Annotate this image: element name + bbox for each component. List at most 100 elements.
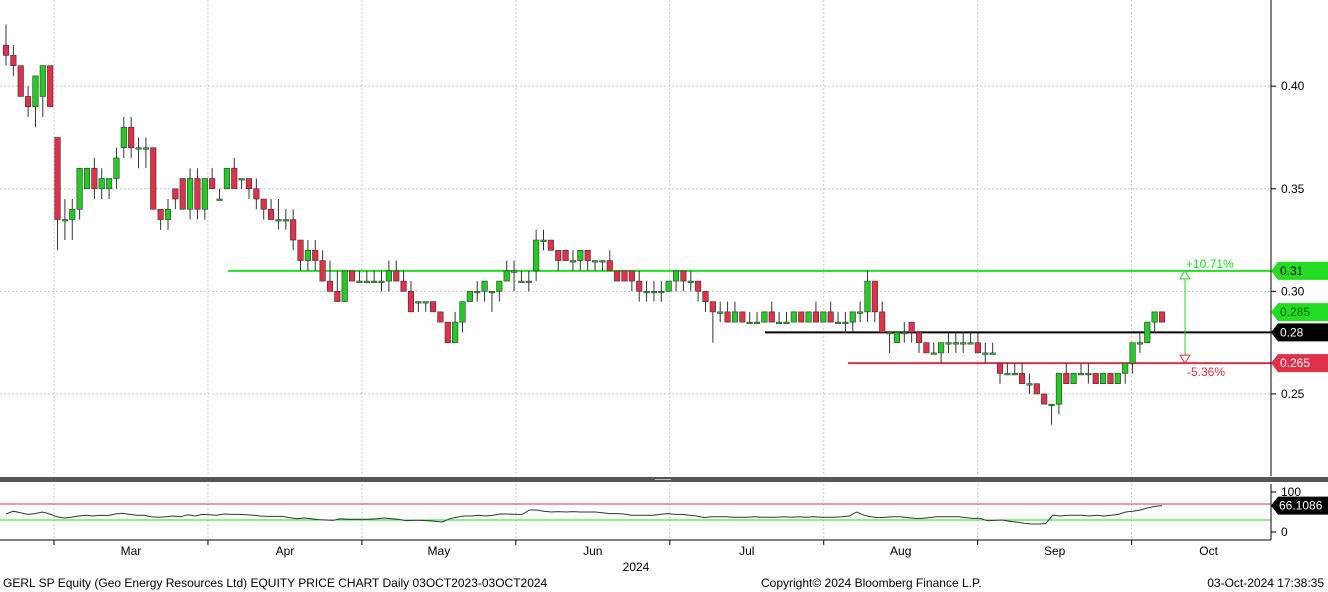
candle-up	[238, 178, 245, 181]
candle-down	[1158, 311, 1166, 323]
candle-down	[253, 188, 260, 200]
candle-down	[562, 250, 569, 261]
candle-up	[1144, 321, 1151, 343]
candle-up	[510, 270, 518, 273]
candle-down	[739, 311, 746, 323]
timestamp: 03-Oct-2024 17:38:35	[1207, 576, 1324, 590]
candle-up	[371, 280, 378, 283]
candle-down	[128, 126, 135, 149]
candle-down	[429, 301, 437, 313]
candle-up	[76, 167, 83, 210]
price-chart: +10.71% -5.36% 0.25 0.30 0.35 0.40 Mar Apr May J…	[0, 0, 1328, 575]
candle-up	[731, 311, 739, 323]
candle-down	[923, 342, 930, 354]
candle-down	[231, 167, 238, 190]
candle-down	[996, 362, 1004, 374]
candle-up	[1026, 383, 1033, 386]
candle-up	[488, 291, 496, 294]
candle-up	[503, 270, 510, 282]
candle-down	[2, 44, 10, 56]
candle-down	[54, 137, 61, 220]
candle-down	[1107, 373, 1114, 384]
candle-down	[400, 280, 407, 292]
candle-down	[268, 208, 275, 220]
candle-up	[805, 311, 812, 323]
candle-up	[1114, 373, 1121, 384]
candle-up	[952, 342, 959, 345]
y-tick-label: 0.40	[1281, 79, 1305, 93]
candle-up	[982, 352, 989, 355]
candle-down	[245, 178, 253, 190]
candle-up	[378, 280, 385, 283]
candle-up	[687, 280, 694, 283]
candle-down	[157, 208, 164, 220]
candle-up	[83, 167, 91, 190]
candle-up	[69, 208, 76, 220]
candle-down	[915, 332, 923, 343]
candle-down	[812, 311, 819, 323]
candle-up	[930, 352, 937, 355]
x-tick-label: Apr	[276, 544, 295, 558]
candle-down	[444, 321, 451, 343]
candle-down	[312, 250, 319, 261]
candle-up	[61, 219, 68, 222]
x-tick-label: Jun	[583, 544, 602, 558]
candle-up	[717, 311, 724, 314]
candle-up	[599, 260, 606, 263]
candle-down	[260, 198, 267, 210]
candle-down	[636, 280, 643, 292]
candle-up	[304, 250, 311, 261]
candle-down	[1033, 383, 1040, 395]
x-tick-label: Sep	[1044, 544, 1066, 558]
candle-up	[1004, 373, 1011, 376]
candle-up	[776, 321, 783, 324]
candle-down	[1092, 373, 1099, 384]
candle-down	[606, 260, 613, 272]
y-tick-label: 0.30	[1281, 284, 1305, 298]
chart-title: GERL SP Equity (Geo Energy Resources Ltd…	[3, 576, 548, 590]
candle-up	[341, 270, 348, 302]
candle-down	[10, 55, 17, 66]
candle-up	[960, 342, 967, 345]
candle-up	[945, 342, 952, 345]
candle-up	[1077, 373, 1085, 376]
candle-up	[201, 178, 208, 210]
candle-up	[422, 301, 429, 304]
resistance-pct-label: +10.71%	[1186, 257, 1234, 271]
candle-up	[481, 280, 488, 292]
candle-up	[135, 147, 142, 150]
candle-up	[790, 311, 797, 323]
candle-down	[47, 65, 54, 107]
candle-up	[164, 208, 172, 220]
candle-up	[746, 321, 753, 324]
candle-up	[120, 126, 127, 149]
candle-up	[452, 321, 459, 343]
pivot-tag-text: 0.28	[1280, 325, 1304, 339]
candle-up	[533, 239, 540, 272]
candle-down	[628, 270, 635, 282]
candle-down	[709, 301, 716, 313]
candle-up	[643, 291, 650, 294]
candle-down	[798, 311, 805, 323]
candle-up	[459, 301, 466, 323]
candle-up	[893, 332, 900, 343]
x-tick-label: Oct	[1199, 544, 1218, 558]
candle-up	[658, 291, 665, 294]
candle-down	[25, 96, 32, 107]
candle-down	[702, 291, 709, 302]
candle-down	[695, 280, 702, 292]
candle-down	[437, 311, 444, 323]
candle-down	[614, 270, 621, 282]
candle-up	[540, 239, 547, 242]
support-tag: 0.265	[1271, 354, 1328, 373]
candle-down	[17, 65, 24, 97]
candle-up	[32, 75, 39, 107]
candle-up	[363, 280, 370, 283]
candle-up	[672, 270, 680, 282]
candle-up	[106, 178, 113, 190]
candle-up	[466, 291, 473, 302]
candle-down	[621, 270, 628, 282]
candle-up	[98, 178, 105, 190]
candle-up	[665, 280, 672, 292]
candle-up	[275, 219, 282, 222]
